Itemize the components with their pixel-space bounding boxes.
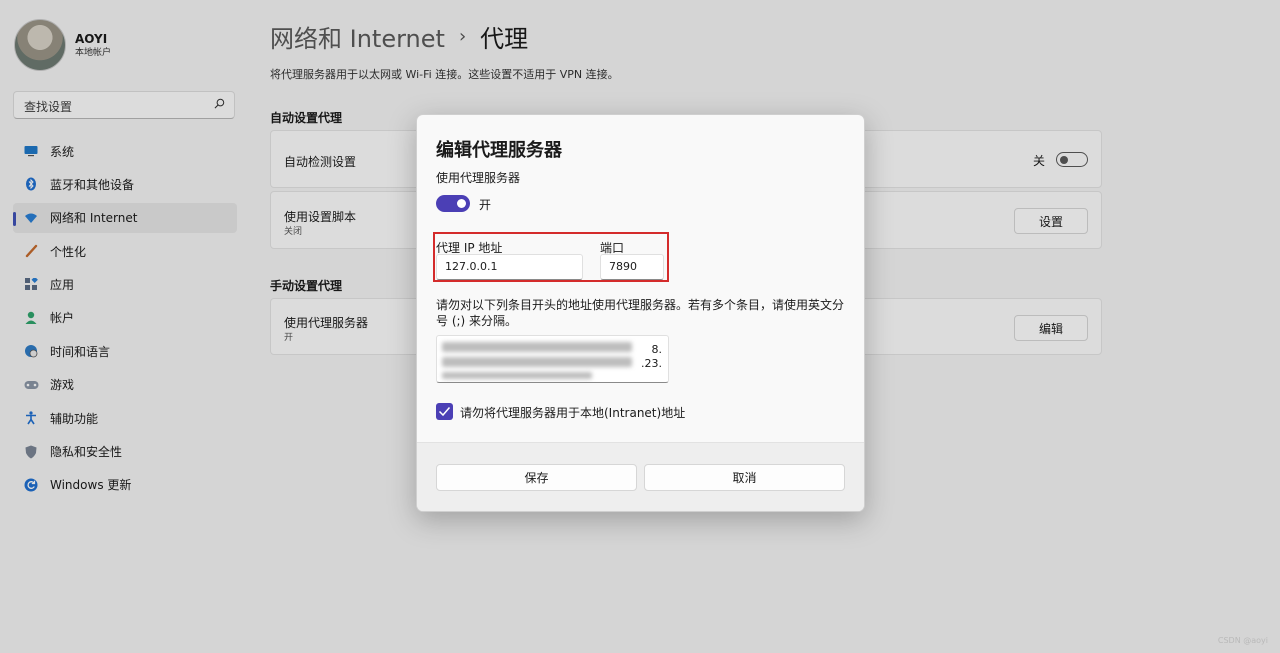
exclusions-input[interactable]: 8. .23.: [436, 335, 669, 383]
port-input[interactable]: 7890: [600, 254, 664, 280]
redacted-text: [442, 372, 592, 379]
use-proxy-state: 开: [479, 198, 492, 212]
exclusions-fragment: .23.: [641, 357, 662, 370]
exclusion-note: 请勿对以下列条目开头的地址使用代理服务器。若有多个条目，请使用英文分号 (;) …: [436, 298, 845, 328]
settings-window: AOYI 本地帐户 查找设置 系统 蓝牙和其他设备 网络和 Internet 个…: [0, 0, 1280, 653]
use-proxy-label: 使用代理服务器: [436, 171, 521, 185]
local-bypass-label: 请勿将代理服务器用于本地(Intranet)地址: [460, 406, 686, 420]
checkmark-icon: [438, 407, 451, 417]
watermark: CSDN @aoyi: [1217, 636, 1268, 645]
exclusions-fragment: 8.: [651, 343, 663, 356]
toggle-knob: [457, 199, 466, 208]
edit-proxy-dialog: 编辑代理服务器 使用代理服务器 开 代理 IP 地址 127.0.0.1 端口 …: [416, 114, 865, 512]
use-proxy-toggle[interactable]: [436, 195, 470, 212]
save-button[interactable]: 保存: [436, 464, 637, 491]
cancel-button[interactable]: 取消: [644, 464, 845, 491]
local-bypass-checkbox[interactable]: [436, 403, 453, 420]
redacted-text: [442, 342, 632, 352]
redacted-text: [442, 357, 632, 367]
dialog-title: 编辑代理服务器: [436, 140, 562, 161]
dialog-footer: 保存 取消: [417, 442, 864, 511]
proxy-ip-input[interactable]: 127.0.0.1: [436, 254, 583, 280]
